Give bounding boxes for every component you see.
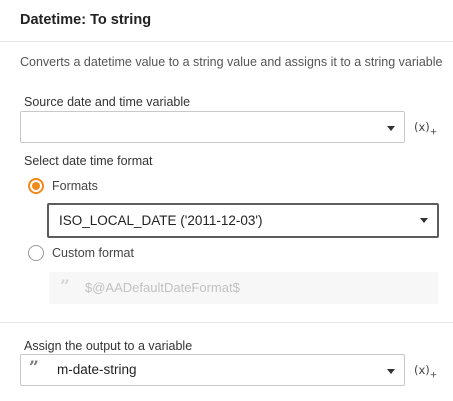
variable-insert-icon[interactable]: (x)+	[414, 120, 437, 137]
panel-title: Datetime: To string	[20, 12, 152, 28]
caret-down-icon	[420, 218, 428, 223]
string-quote-icon: ”	[29, 358, 39, 378]
caret-down-icon	[387, 126, 395, 131]
panel-description: Converts a datetime value to a string va…	[20, 55, 443, 69]
output-variable-value: m-date-string	[57, 362, 137, 377]
custom-format-placeholder: $@AADefaultDateFormat$	[85, 280, 240, 295]
formats-radio[interactable]	[28, 178, 44, 194]
custom-format-input: ” $@AADefaultDateFormat$	[49, 272, 438, 304]
custom-format-radio[interactable]	[28, 245, 44, 261]
formats-radio-label[interactable]: Formats	[52, 179, 98, 193]
formats-select-value: ISO_LOCAL_DATE ('2011-12-03')	[59, 213, 263, 228]
caret-down-icon	[387, 369, 395, 374]
variable-insert-icon[interactable]: (x)+	[414, 363, 437, 380]
custom-format-radio-label[interactable]: Custom format	[52, 246, 134, 260]
output-variable-label: Assign the output to a variable	[24, 339, 193, 353]
format-section-label: Select date time format	[24, 154, 153, 168]
section-divider	[0, 322, 453, 323]
source-variable-select[interactable]	[20, 111, 405, 143]
source-variable-label: Source date and time variable	[24, 95, 191, 109]
panel-header: Datetime: To string	[0, 0, 453, 42]
output-variable-select[interactable]: ” m-date-string	[20, 354, 405, 386]
formats-select[interactable]: ISO_LOCAL_DATE ('2011-12-03')	[47, 203, 439, 238]
string-quote-icon: ”	[60, 277, 70, 297]
